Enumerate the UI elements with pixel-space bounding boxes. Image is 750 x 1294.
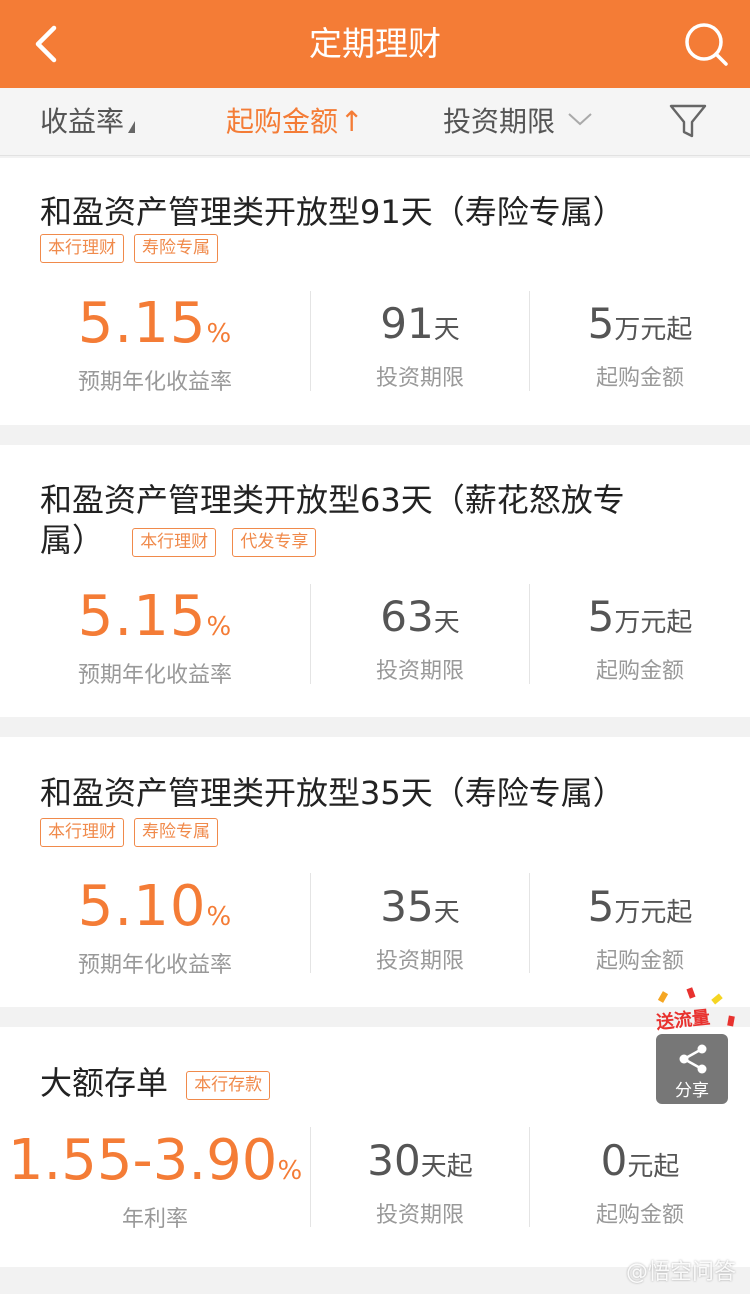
- amount-value: 5: [587, 299, 615, 348]
- period-unit: 天: [433, 898, 460, 928]
- amount-value: 5: [587, 882, 615, 931]
- period-column: 35天 投资期限: [311, 875, 529, 977]
- amount-column: 0元起 起购金额: [530, 1129, 750, 1231]
- amount-caption: 起购金额: [595, 366, 684, 391]
- product-title: 和盈资产管理类开放型91天（寿险专属）: [40, 193, 625, 231]
- period-unit: 天起: [420, 1152, 473, 1182]
- share-icon: [679, 1044, 707, 1074]
- product-title: 和盈资产管理类开放型63天（薪花怒放专: [40, 481, 625, 519]
- sort-triangle-icon: [128, 121, 136, 133]
- product-tags: 本行理财 寿险专属: [40, 818, 228, 847]
- rate-unit: %: [206, 319, 233, 349]
- confetti-icon: [727, 1015, 735, 1027]
- chevron-down-icon: [568, 113, 592, 126]
- rate-value: 1.55-3.90: [7, 1128, 278, 1193]
- search-icon[interactable]: [682, 20, 730, 68]
- period-unit: 天: [433, 608, 460, 638]
- rate-unit: %: [206, 612, 233, 642]
- share-button[interactable]: 分享: [656, 1034, 728, 1104]
- watermark: @悟空问答: [625, 1260, 736, 1285]
- product-title-row: 大额存单 本行存款: [40, 1061, 271, 1105]
- amount-column: 5万元起 起购金额: [530, 875, 750, 977]
- rate-caption: 预期年化收益率: [77, 370, 232, 395]
- period-column: 63天 投资期限: [311, 585, 529, 687]
- amount-caption: 起购金额: [595, 659, 684, 684]
- period-value: 30: [367, 1136, 421, 1185]
- period-column: 91天 投资期限: [311, 292, 529, 394]
- rate-value: 5.10: [77, 874, 207, 939]
- product-tags: 本行理财 寿险专属: [40, 234, 228, 263]
- product-card[interactable]: 和盈资产管理类开放型35天（寿险专属） 本行理财 寿险专属 5.10% 预期年化收…: [0, 737, 750, 1007]
- period-value: 91: [380, 299, 434, 348]
- filter-amount-label: 起购金额: [226, 105, 339, 138]
- rate-caption: 年利率: [121, 1207, 188, 1232]
- rate-value: 5.15: [77, 291, 207, 356]
- product-title: 和盈资产管理类开放型35天（寿险专属）: [40, 774, 625, 812]
- amount-caption: 起购金额: [595, 949, 684, 974]
- amount-unit: 万元起: [614, 608, 693, 638]
- share-label: 分享: [675, 1081, 709, 1101]
- rate-value: 5.15: [77, 584, 207, 649]
- period-caption: 投资期限: [375, 366, 464, 391]
- page-title: 定期理财: [309, 24, 441, 63]
- product-tag: 本行理财: [40, 234, 124, 263]
- rate-unit: %: [277, 1156, 303, 1186]
- amount-column: 5万元起 起购金额: [530, 585, 750, 687]
- product-card[interactable]: 和盈资产管理类开放型63天（薪花怒放专 属） 本行理财 代发专享 5.15% 预…: [0, 445, 750, 717]
- period-caption: 投资期限: [375, 1203, 464, 1228]
- rate-column: 5.15% 预期年化收益率: [0, 292, 310, 398]
- promo-label: 送流量: [655, 1007, 712, 1034]
- period-column: 30天起 投资期限: [311, 1129, 529, 1231]
- product-title: 大额存单: [40, 1064, 169, 1102]
- rate-unit: %: [206, 902, 233, 932]
- share-floating-button[interactable]: 送流量 分享: [640, 987, 740, 1108]
- amount-caption: 起购金额: [595, 1203, 684, 1228]
- filter-rate-label: 收益率: [40, 105, 125, 138]
- rate-column: 5.15% 预期年化收益率: [0, 585, 310, 691]
- amount-unit: 万元起: [614, 315, 693, 345]
- product-card[interactable]: 和盈资产管理类开放型91天（寿险专属） 本行理财 寿险专属 5.15% 预期年化收…: [0, 158, 750, 425]
- filter-rate[interactable]: 收益率: [40, 88, 136, 156]
- amount-unit: 元起: [627, 1152, 680, 1182]
- rate-column: 1.55-3.90% 年利率: [0, 1129, 310, 1235]
- period-value: 63: [380, 592, 434, 641]
- rate-column: 5.10% 预期年化收益率: [0, 875, 310, 981]
- product-tag: 本行存款: [186, 1070, 271, 1100]
- product-card[interactable]: 大额存单 本行存款 1.55-3.90% 年利率 30天起 投资期限 0元起 起…: [0, 1027, 750, 1267]
- period-caption: 投资期限: [375, 659, 464, 684]
- period-value: 35: [380, 882, 434, 931]
- product-tag: 代发专享: [232, 527, 317, 557]
- rate-caption: 预期年化收益率: [77, 663, 232, 688]
- product-tag: 寿险专属: [134, 818, 218, 847]
- filter-bar: 收益率 起购金额↑ 投资期限: [0, 88, 750, 156]
- product-tag: 本行理财: [132, 527, 217, 557]
- amount-column: 5万元起 起购金额: [530, 292, 750, 394]
- funnel-icon[interactable]: [668, 102, 708, 142]
- filter-amount[interactable]: 起购金额↑: [226, 88, 363, 156]
- amount-unit: 万元起: [614, 898, 693, 928]
- arrow-up-icon: ↑: [340, 105, 364, 138]
- product-title-continued: 属） 本行理财 代发专享: [40, 518, 317, 562]
- filter-period-label: 投资期限: [443, 105, 556, 138]
- app-header: 定期理财: [0, 0, 750, 88]
- product-title-line2: 属）: [40, 521, 105, 559]
- amount-value: 5: [587, 592, 615, 641]
- period-unit: 天: [433, 315, 460, 345]
- confetti-icon: [686, 987, 696, 999]
- product-tag: 本行理财: [40, 818, 124, 847]
- product-tag: 寿险专属: [134, 234, 218, 263]
- filter-period[interactable]: 投资期限: [443, 88, 595, 156]
- confetti-icon: [657, 991, 669, 1003]
- confetti-icon: [711, 993, 723, 1005]
- rate-caption: 预期年化收益率: [77, 953, 232, 978]
- amount-value: 0: [600, 1136, 628, 1185]
- period-caption: 投资期限: [375, 949, 464, 974]
